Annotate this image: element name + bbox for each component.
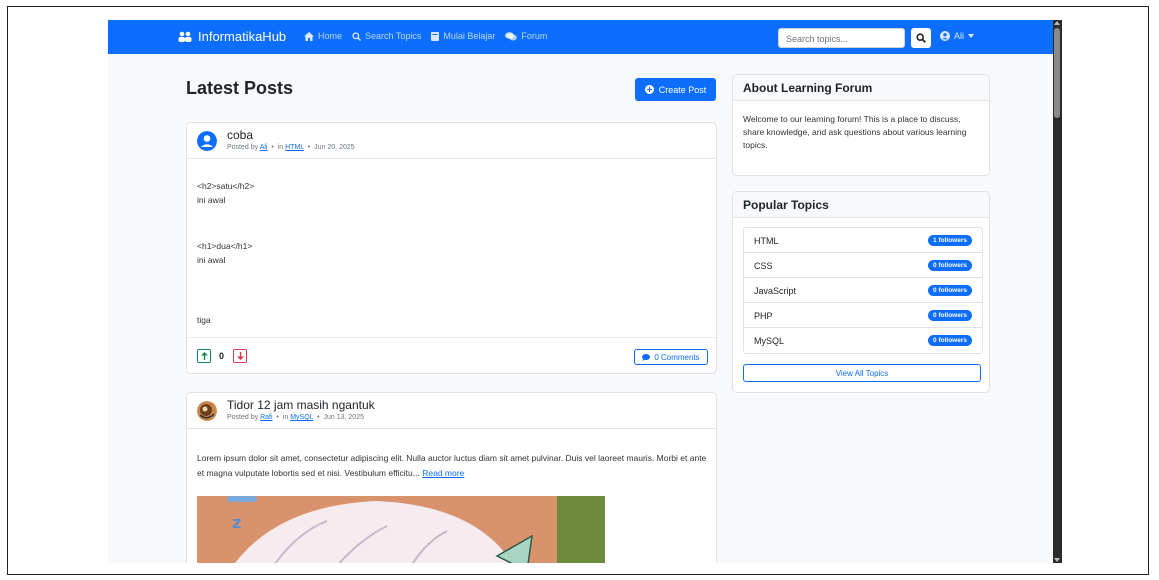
downvote-button[interactable] bbox=[233, 349, 247, 363]
in-label: in bbox=[277, 144, 284, 151]
user-name: Ali bbox=[954, 31, 965, 41]
user-menu[interactable]: Ali bbox=[940, 31, 975, 41]
arrow-up-icon bbox=[200, 352, 208, 360]
post-body-line: ini awal bbox=[197, 195, 226, 205]
page-title: Latest Posts bbox=[186, 78, 294, 98]
post-image: z bbox=[197, 496, 605, 563]
svg-text:z: z bbox=[232, 513, 241, 532]
author-link[interactable]: Rafi bbox=[260, 414, 272, 421]
search-icon bbox=[916, 33, 926, 43]
post-body-line: <h1>dua</h1> bbox=[197, 241, 253, 251]
post-excerpt: Lorem ipsum dolor sit amet, consectetur … bbox=[197, 451, 712, 481]
nav-home[interactable]: Home bbox=[304, 31, 342, 41]
user-avatar-image bbox=[197, 401, 217, 421]
upvote-button[interactable] bbox=[197, 349, 211, 363]
topic-name: CSS bbox=[754, 261, 773, 271]
post-card: coba Posted by Ali • in HTML • Jun 20, 2… bbox=[186, 122, 717, 374]
topic-name: PHP bbox=[754, 311, 773, 321]
comments-icon bbox=[505, 31, 518, 40]
home-icon bbox=[304, 31, 314, 41]
topic-link[interactable]: HTML bbox=[285, 144, 304, 151]
divider bbox=[187, 337, 716, 338]
arrow-down-icon bbox=[236, 352, 244, 360]
topic-item-css[interactable]: CSS 0 followers bbox=[744, 253, 982, 278]
followers-badge: 1 followers bbox=[928, 235, 972, 246]
comment-icon bbox=[642, 353, 651, 361]
scroll-thumb[interactable] bbox=[1054, 28, 1060, 118]
topic-name: JavaScript bbox=[754, 286, 797, 296]
user-avatar-icon bbox=[197, 131, 217, 151]
post-meta: Posted by Rafi • in MySQL • Jun 13, 2025 bbox=[227, 414, 364, 421]
about-text: Welcome to our learning forum! This is a… bbox=[743, 114, 967, 150]
nav-mulai-belajar-label: Mulai Belajar bbox=[443, 31, 496, 41]
search-input[interactable]: Search topics... bbox=[778, 28, 905, 48]
browser-viewport: InformatikaHub Home Search Topics Mulai … bbox=[108, 20, 1060, 563]
nav-links: Home Search Topics Mulai Belajar Forum bbox=[304, 31, 547, 41]
comments-label: 0 Comments bbox=[654, 352, 700, 362]
post-meta: Posted by Ali • in HTML • Jun 20, 2025 bbox=[227, 144, 355, 151]
topic-name: HTML bbox=[754, 236, 779, 246]
post-date: Jun 13, 2025 bbox=[323, 414, 364, 421]
author-link[interactable]: Ali bbox=[260, 144, 268, 151]
caret-down-icon bbox=[968, 34, 975, 38]
followers-badge: 0 followers bbox=[928, 260, 972, 271]
screenshot-frame: InformatikaHub Home Search Topics Mulai … bbox=[7, 6, 1149, 575]
topic-link[interactable]: MySQL bbox=[290, 414, 313, 421]
nav-mulai-belajar[interactable]: Mulai Belajar bbox=[431, 31, 495, 41]
anime-illustration-image: z bbox=[197, 496, 605, 563]
users-icon bbox=[178, 31, 192, 42]
plus-circle-icon bbox=[644, 85, 654, 94]
topic-item-mysql[interactable]: MySQL 0 followers bbox=[744, 328, 982, 353]
nav-search-topics-label: Search Topics bbox=[365, 31, 422, 41]
about-card: About Learning Forum Welcome to our lear… bbox=[732, 74, 990, 176]
post-body-line: tiga bbox=[197, 315, 211, 325]
post-body-line: <h2>satu</h2> bbox=[197, 181, 255, 191]
search-icon bbox=[352, 31, 362, 41]
popular-topics-title: Popular Topics bbox=[733, 192, 989, 218]
scroll-down-arrow-icon[interactable] bbox=[1054, 558, 1060, 562]
brand-name: InformatikaHub bbox=[198, 29, 287, 44]
popular-topics-card: Popular Topics HTML 1 followers CSS 0 fo… bbox=[732, 191, 990, 393]
post-title[interactable]: Tidor 12 jam masih ngantuk bbox=[227, 398, 375, 412]
followers-badge: 0 followers bbox=[928, 285, 972, 296]
book-icon bbox=[431, 31, 440, 41]
user-circle-icon bbox=[940, 31, 950, 41]
topic-item-javascript[interactable]: JavaScript 0 followers bbox=[744, 278, 982, 303]
create-post-label: Create Post bbox=[658, 84, 707, 95]
post-title[interactable]: coba bbox=[227, 128, 253, 142]
scroll-up-arrow-icon[interactable] bbox=[1054, 21, 1060, 25]
scrollbar[interactable] bbox=[1053, 20, 1062, 563]
about-title: About Learning Forum bbox=[733, 75, 989, 101]
topic-item-php[interactable]: PHP 0 followers bbox=[744, 303, 982, 328]
search-button[interactable] bbox=[911, 28, 931, 48]
post-card: Tidor 12 jam masih ngantuk Posted by Raf… bbox=[186, 392, 717, 563]
create-post-button[interactable]: Create Post bbox=[635, 78, 716, 101]
nav-home-label: Home bbox=[318, 31, 343, 41]
followers-badge: 0 followers bbox=[928, 310, 972, 321]
posted-by-label: Posted by bbox=[227, 414, 259, 421]
brand[interactable]: InformatikaHub bbox=[178, 29, 286, 44]
vote-count: 0 bbox=[219, 351, 225, 361]
post-header: Tidor 12 jam masih ngantuk Posted by Raf… bbox=[187, 393, 716, 429]
topic-item-html[interactable]: HTML 1 followers bbox=[744, 228, 982, 253]
topic-name: MySQL bbox=[754, 336, 785, 346]
in-label: in bbox=[282, 414, 289, 421]
nav-forum-label: Forum bbox=[521, 31, 548, 41]
view-all-topics-button[interactable]: View All Topics bbox=[743, 364, 981, 382]
read-more-link[interactable]: Read more bbox=[422, 468, 464, 478]
post-body-line: ini awal bbox=[197, 255, 226, 265]
navbar: InformatikaHub Home Search Topics Mulai … bbox=[108, 20, 1060, 54]
nav-forum[interactable]: Forum bbox=[505, 31, 547, 41]
nav-search-topics[interactable]: Search Topics bbox=[352, 31, 421, 41]
post-header: coba Posted by Ali • in HTML • Jun 20, 2… bbox=[187, 123, 716, 159]
topic-list: HTML 1 followers CSS 0 followers JavaScr… bbox=[743, 227, 983, 354]
posted-by-label: Posted by bbox=[227, 144, 259, 151]
followers-badge: 0 followers bbox=[928, 335, 972, 346]
comments-button[interactable]: 0 Comments bbox=[634, 349, 708, 365]
post-date: Jun 20, 2025 bbox=[314, 144, 355, 151]
